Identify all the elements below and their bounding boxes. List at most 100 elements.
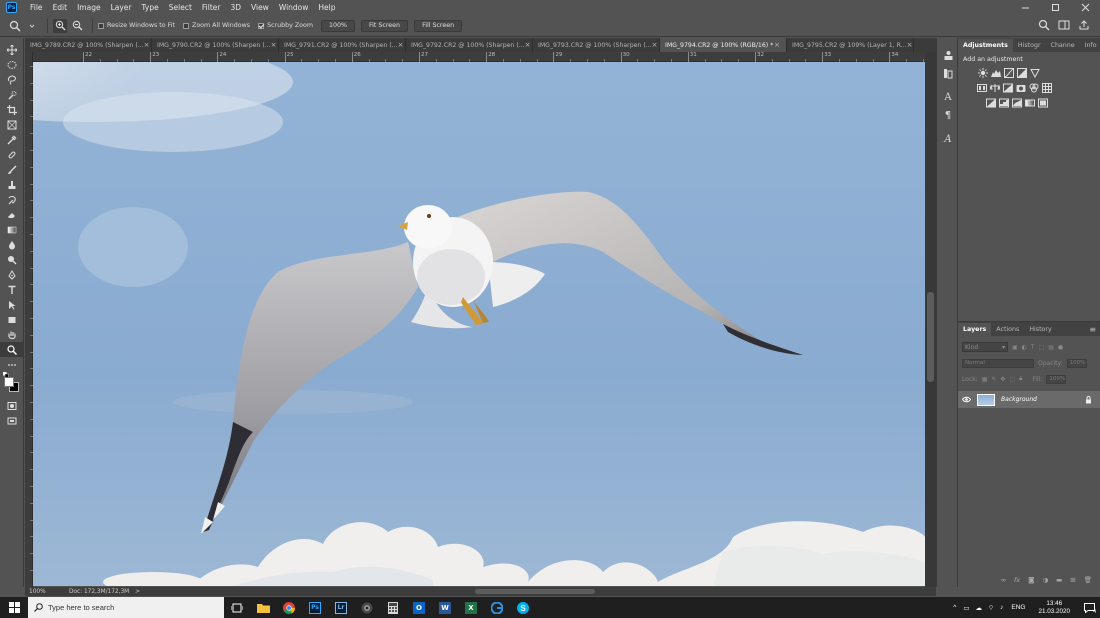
close-tab-icon[interactable]: ×	[774, 41, 780, 49]
threshold-icon[interactable]	[1012, 98, 1022, 108]
word-icon[interactable]: W	[432, 597, 458, 618]
blur-tool-icon[interactable]	[0, 237, 24, 252]
workspace-icon[interactable]	[1058, 19, 1070, 31]
black-white-icon[interactable]	[1003, 83, 1013, 93]
layer-row-background[interactable]: Background	[958, 391, 1100, 408]
vibrance-icon[interactable]	[1030, 68, 1040, 78]
close-tab-icon[interactable]: ×	[525, 41, 531, 49]
network-icon[interactable]: ▭	[960, 604, 972, 612]
posterize-icon[interactable]	[999, 98, 1009, 108]
tab-actions[interactable]: Actions	[991, 323, 1024, 336]
filter-smart-object-icon[interactable]: ▤	[1048, 344, 1054, 351]
zoom-tool-icon[interactable]	[0, 342, 24, 357]
document-tab[interactable]: IMG_9791.CR2 @ 100% (Sharpen (... ×	[279, 38, 406, 52]
checkbox-unchecked[interactable]	[183, 22, 189, 29]
close-tab-icon[interactable]: ×	[271, 41, 277, 49]
path-selection-tool-icon[interactable]	[0, 297, 24, 312]
zoom-all-windows-checkbox[interactable]: Zoom All Windows	[183, 22, 250, 29]
paragraph-panel-icon[interactable]: ¶	[937, 106, 959, 124]
zoom-in-icon[interactable]	[53, 18, 67, 33]
clone-stamp-tool-icon[interactable]	[0, 177, 24, 192]
calculator-icon[interactable]	[380, 597, 406, 618]
tab-info[interactable]: Info	[1080, 39, 1100, 52]
selective-color-icon[interactable]	[1038, 98, 1048, 108]
pen-tool-icon[interactable]	[0, 267, 24, 282]
lightroom-icon[interactable]: Lr	[328, 597, 354, 618]
layer-name[interactable]: Background	[1001, 396, 1037, 403]
wifi-icon[interactable]: ⌔	[985, 603, 997, 612]
scrubby-zoom-checkbox[interactable]: Scrubby Zoom	[258, 22, 313, 29]
zoom-100-button[interactable]: 100%	[321, 19, 356, 32]
tab-adjustments[interactable]: Adjustments	[958, 39, 1013, 52]
tab-histogram[interactable]: Histogr	[1013, 39, 1046, 52]
tab-channels[interactable]: Channe	[1046, 39, 1080, 52]
menu-3d[interactable]: 3D	[225, 3, 246, 12]
eraser-tool-icon[interactable]	[0, 207, 24, 222]
color-swatches[interactable]	[0, 372, 23, 398]
filter-toggle-icon[interactable]: ●	[1058, 344, 1063, 351]
new-group-icon[interactable]: ▬	[1056, 576, 1062, 584]
image-canvas[interactable]	[33, 62, 925, 586]
foreground-color-swatch[interactable]	[4, 377, 14, 387]
horizontal-scroll-thumb[interactable]	[475, 589, 595, 594]
frame-tool-icon[interactable]	[0, 117, 24, 132]
invert-icon[interactable]	[986, 98, 996, 108]
chevron-up-icon[interactable]: ^	[949, 604, 960, 611]
eyedropper-tool-icon[interactable]	[0, 132, 24, 147]
resize-windows-checkbox[interactable]: Resize Windows to Fit	[98, 22, 175, 29]
search-icon[interactable]	[1038, 19, 1050, 31]
delete-layer-icon[interactable]: 🗑︎	[1084, 576, 1092, 584]
chrome-icon[interactable]	[276, 597, 302, 618]
marquee-tool-icon[interactable]	[0, 57, 24, 72]
menu-image[interactable]: Image	[72, 3, 106, 12]
quick-selection-tool-icon[interactable]	[0, 87, 24, 102]
screen-mode-icon[interactable]	[0, 413, 24, 428]
windows-start-icon[interactable]	[0, 597, 28, 618]
status-menu-icon[interactable]: >	[135, 589, 140, 595]
link-layers-icon[interactable]: ∞	[1001, 576, 1006, 584]
fit-screen-button[interactable]: Fit Screen	[361, 19, 409, 32]
taskbar-search-input[interactable]: Type here to search	[28, 597, 224, 618]
close-tab-icon[interactable]: ×	[144, 41, 150, 49]
vertical-scrollbar[interactable]	[925, 52, 936, 587]
notification-center-icon[interactable]: 4	[1078, 597, 1100, 618]
filter-pixel-icon[interactable]: ▣	[1012, 344, 1018, 351]
opacity-field[interactable]: 100%	[1066, 358, 1087, 368]
document-tab[interactable]: IMG_9795.CR2 @ 109% (Layer 1, R... ×	[787, 38, 914, 52]
layer-style-icon[interactable]: fx	[1014, 576, 1020, 584]
history-brush-tool-icon[interactable]	[0, 192, 24, 207]
menu-layer[interactable]: Layer	[106, 3, 137, 12]
crop-tool-icon[interactable]	[0, 102, 24, 117]
quick-mask-icon[interactable]	[0, 398, 24, 413]
close-tab-icon[interactable]: ×	[652, 41, 658, 49]
gradient-tool-icon[interactable]	[0, 222, 24, 237]
excel-icon[interactable]: X	[458, 597, 484, 618]
camera-app-icon[interactable]	[354, 597, 380, 618]
rectangle-tool-icon[interactable]	[0, 312, 24, 327]
zoom-tool-preset-icon[interactable]	[8, 19, 22, 33]
menu-window[interactable]: Window	[274, 3, 314, 12]
filter-shape-icon[interactable]: ⬚	[1039, 344, 1045, 351]
checkbox-checked[interactable]	[258, 22, 265, 29]
curves-icon[interactable]	[1004, 67, 1014, 78]
brightness-contrast-icon[interactable]	[978, 67, 988, 78]
close-tab-icon[interactable]: ×	[907, 41, 913, 49]
character-panel-icon[interactable]: A	[937, 88, 959, 106]
lock-paint-icon[interactable]: ✎	[991, 376, 996, 383]
minimize-icon[interactable]	[1010, 0, 1040, 15]
horizontal-ruler[interactable]: 22 23 24 25 26 27 28 29 30 31 32 33 34	[33, 52, 941, 62]
menu-help[interactable]: Help	[313, 3, 340, 12]
lasso-tool-icon[interactable]	[0, 72, 24, 87]
filter-adjustment-icon[interactable]: ◐	[1022, 344, 1027, 351]
exposure-icon[interactable]	[1017, 67, 1027, 78]
eye-icon[interactable]	[962, 396, 971, 403]
learn-panel-icon[interactable]	[937, 46, 959, 64]
hand-tool-icon[interactable]	[0, 327, 24, 342]
photo-filter-icon[interactable]	[1016, 83, 1026, 93]
document-tab[interactable]: IMG_9793.CR2 @ 100% (Sharpen (... ×	[533, 38, 660, 52]
lock-position-icon[interactable]: ✥	[1000, 376, 1005, 383]
menu-type[interactable]: Type	[137, 3, 164, 12]
brush-tool-icon[interactable]	[0, 162, 24, 177]
menu-select[interactable]: Select	[164, 3, 197, 12]
language-indicator[interactable]: ENG	[1006, 604, 1030, 611]
